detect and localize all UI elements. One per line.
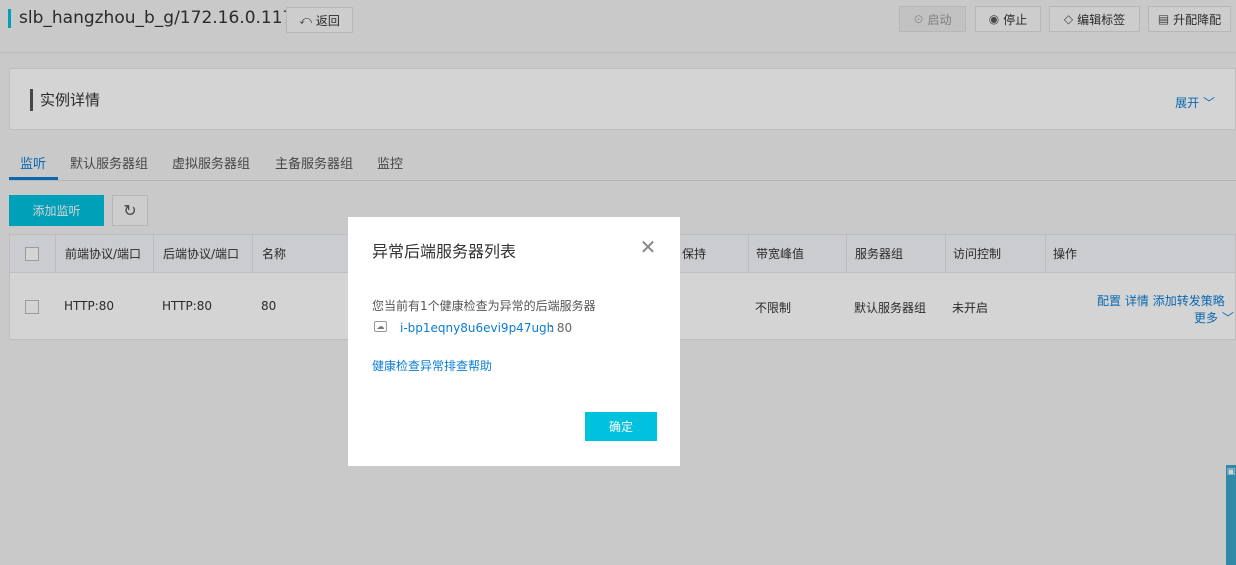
server-port: : 80 bbox=[549, 321, 573, 335]
dialog-message: 您当前有1个健康检查为异常的后端服务器 bbox=[372, 299, 596, 313]
close-icon[interactable]: ✕ bbox=[638, 237, 658, 257]
unhealthy-backend-servers-dialog: 异常后端服务器列表 ✕ 您当前有1个健康检查为异常的后端服务器 ☁ i-bp1e… bbox=[348, 217, 680, 466]
dialog-title: 异常后端服务器列表 bbox=[372, 242, 517, 261]
server-icon: ☁ bbox=[374, 321, 387, 332]
health-check-help-link[interactable]: 健康检查异常排查帮助 bbox=[372, 357, 492, 374]
confirm-button[interactable]: 确定 bbox=[585, 412, 657, 441]
slb-instance-page: slb_hangzhou_b_g/172.16.0.117 ⤺ 返回 ⊙ 启动 … bbox=[0, 0, 1236, 565]
server-instance-link[interactable]: i-bp1eqny8u6evi9p47ugh bbox=[400, 321, 554, 335]
